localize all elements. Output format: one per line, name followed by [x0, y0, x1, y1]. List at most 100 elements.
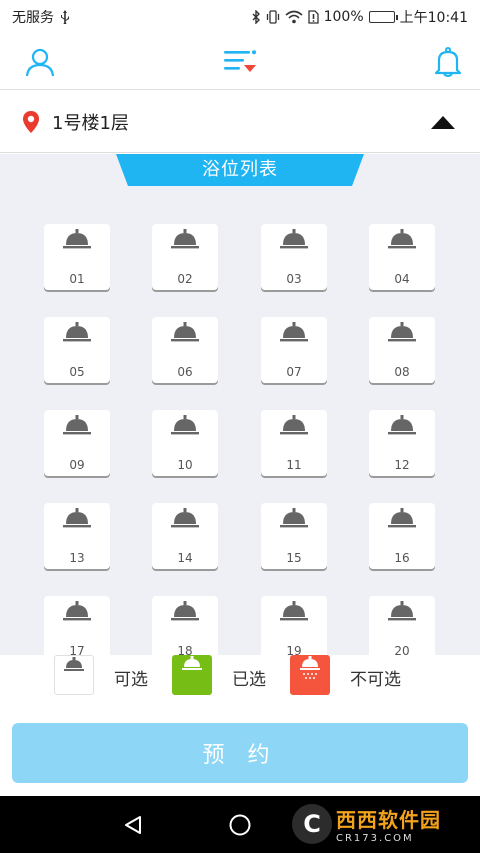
- clock: 上午10:41: [399, 10, 468, 26]
- notifications-button[interactable]: [428, 42, 468, 82]
- stall-number: 08: [394, 365, 410, 379]
- status-bar: 无服务 100% 上午10:41: [0, 0, 480, 34]
- stall-number: 16: [394, 551, 410, 565]
- watermark-sub: CR173.COM: [336, 833, 414, 844]
- watermark-main: 西西软件园: [336, 808, 441, 832]
- shower-icon: [387, 507, 417, 535]
- shower-icon: [62, 414, 92, 442]
- stall-list-area: 浴位列表 01 02 03 04 05 06 07 08 09 10 11 12 13 14 15 16 17 1…: [0, 154, 480, 657]
- wifi-icon: [285, 10, 303, 24]
- stall-number: 15: [286, 551, 302, 565]
- stall-number: 09: [69, 458, 85, 472]
- shower-icon: [387, 321, 417, 349]
- shower-icon: [62, 228, 92, 256]
- stall-20[interactable]: 20: [369, 596, 435, 657]
- shower-icon: [170, 321, 200, 349]
- stall-number: 13: [69, 551, 85, 565]
- legend-unavailable-swatch: [290, 655, 330, 695]
- shower-icon: [182, 656, 202, 670]
- stall-01[interactable]: 01: [44, 224, 110, 290]
- stall-07[interactable]: 07: [261, 317, 327, 383]
- watermark-logo-icon: C: [292, 804, 332, 844]
- profile-button[interactable]: [20, 42, 60, 82]
- android-nav-bar: C 西西软件园 CR173.COM: [0, 796, 480, 853]
- stall-11[interactable]: 11: [261, 410, 327, 476]
- stall-number: 14: [177, 551, 193, 565]
- stall-16[interactable]: 16: [369, 503, 435, 569]
- stall-number: 01: [69, 272, 85, 286]
- shower-icon: [279, 600, 309, 628]
- shower-icon: [387, 600, 417, 628]
- book-button[interactable]: 预 约: [12, 723, 468, 783]
- stall-14[interactable]: 14: [152, 503, 218, 569]
- shower-icon: [62, 507, 92, 535]
- stall-08[interactable]: 08: [369, 317, 435, 383]
- legend: 可选 已选 不可选: [0, 655, 480, 705]
- stall-10[interactable]: 10: [152, 410, 218, 476]
- shower-icon: [279, 414, 309, 442]
- location-pin-icon: [22, 110, 40, 134]
- stall-15[interactable]: 15: [261, 503, 327, 569]
- home-button[interactable]: [225, 810, 255, 840]
- shower-icon: [387, 414, 417, 442]
- shower-icon: [170, 414, 200, 442]
- triangle-up-icon: [431, 115, 455, 129]
- shower-icon: [62, 600, 92, 628]
- legend-available-swatch: [54, 655, 94, 695]
- sim-alert-icon: [307, 10, 319, 24]
- stall-06[interactable]: 06: [152, 317, 218, 383]
- shower-icon: [64, 657, 84, 671]
- legend-selected-swatch: [172, 655, 212, 695]
- vibrate-icon: [266, 10, 280, 24]
- bell-icon: [434, 47, 462, 77]
- user-icon: [25, 48, 55, 77]
- shower-icon: [170, 507, 200, 535]
- filter-menu-button[interactable]: [220, 42, 260, 82]
- stall-number: 05: [69, 365, 85, 379]
- usb-icon: [60, 10, 70, 24]
- shower-spray-icon: [300, 656, 320, 679]
- legend-unavailable-label: 不可选: [350, 670, 401, 690]
- stall-13[interactable]: 13: [44, 503, 110, 569]
- shower-icon: [387, 228, 417, 256]
- stall-04[interactable]: 04: [369, 224, 435, 290]
- legend-selected-label: 已选: [232, 670, 266, 690]
- watermark: C 西西软件园 CR173.COM: [292, 801, 468, 847]
- stall-number: 02: [177, 272, 193, 286]
- list-title: 浴位列表: [202, 159, 278, 180]
- location-bar[interactable]: 1号楼1层: [0, 91, 480, 153]
- carrier-text: 无服务: [12, 10, 54, 26]
- shower-icon: [170, 228, 200, 256]
- shower-icon: [279, 321, 309, 349]
- back-button[interactable]: [118, 810, 148, 840]
- filter-menu-icon: [224, 50, 256, 72]
- stall-19[interactable]: 19: [261, 596, 327, 657]
- stall-03[interactable]: 03: [261, 224, 327, 290]
- stall-number: 04: [394, 272, 410, 286]
- stall-18[interactable]: 18: [152, 596, 218, 657]
- stall-number: 03: [286, 272, 302, 286]
- shower-icon: [279, 507, 309, 535]
- back-triangle-icon: [125, 816, 141, 834]
- stall-09[interactable]: 09: [44, 410, 110, 476]
- stall-05[interactable]: 05: [44, 317, 110, 383]
- status-right: 100% 上午10:41: [252, 7, 468, 27]
- stall-number: 10: [177, 458, 193, 472]
- stall-number: 07: [286, 365, 302, 379]
- shower-icon: [62, 321, 92, 349]
- battery-percent: 100%: [323, 9, 364, 25]
- status-left: 无服务: [12, 7, 70, 27]
- stall-02[interactable]: 02: [152, 224, 218, 290]
- home-circle-icon: [229, 814, 251, 836]
- shower-icon: [170, 600, 200, 628]
- stall-12[interactable]: 12: [369, 410, 435, 476]
- location-name: 1号楼1层: [52, 112, 129, 134]
- stall-number: 11: [286, 458, 302, 472]
- location-collapse-toggle[interactable]: [428, 107, 458, 137]
- app-header: [0, 34, 480, 90]
- stall-number: 12: [394, 458, 410, 472]
- stall-17[interactable]: 17: [44, 596, 110, 657]
- legend-available-label: 可选: [114, 670, 148, 690]
- battery-icon: [368, 11, 398, 23]
- bluetooth-icon: [252, 10, 261, 24]
